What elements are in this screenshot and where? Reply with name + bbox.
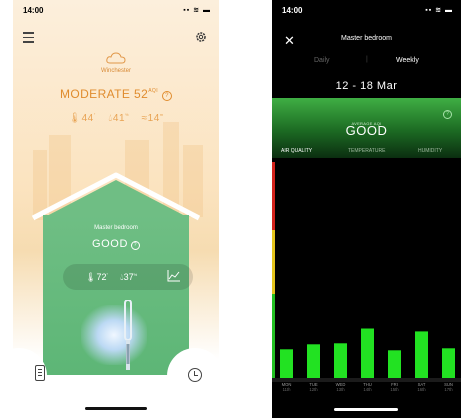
chart-bar-fri[interactable]	[388, 350, 401, 378]
house-roof	[31, 172, 201, 221]
tab-air-quality[interactable]: AIR QUALITY	[281, 148, 312, 154]
status-time: 14:00	[282, 6, 303, 15]
average-value: GOOD	[345, 123, 388, 138]
chart-bar-mon[interactable]	[280, 349, 293, 378]
day-date: 12th	[309, 387, 318, 392]
status-icons: ▪▪ ≋ ▬	[425, 7, 453, 14]
day-label-fri: FRI 15th	[385, 382, 405, 392]
chart-bar-thu[interactable]	[361, 328, 374, 379]
day-label-mon: MON 11th	[277, 382, 297, 392]
room-name[interactable]: Master bedroom	[13, 225, 219, 231]
air-quality-chart	[272, 328, 461, 382]
info-icon[interactable]: ?	[443, 110, 452, 119]
status-bar: 14:00 ▪▪ ≋ ▬	[282, 4, 453, 18]
home-indicator[interactable]	[85, 407, 147, 410]
day-label-tue: TUE 12th	[304, 382, 324, 392]
indoor-temp: 🌡︎72°	[85, 272, 109, 282]
tab-weekly[interactable]: Weekly	[396, 57, 419, 64]
fan-airflow	[81, 305, 147, 365]
day-label-wed: WED 13th	[331, 382, 351, 392]
info-icon[interactable]: ?	[131, 241, 140, 250]
chart-icon[interactable]	[167, 270, 181, 282]
chart-bar-sat[interactable]	[415, 331, 428, 378]
tab-daily[interactable]: Daily	[314, 57, 330, 64]
clock-icon[interactable]	[188, 368, 202, 382]
day-label-sat: SAT 16th	[412, 382, 432, 392]
day-date: 14th	[363, 387, 372, 392]
remote-icon[interactable]	[35, 365, 45, 381]
day-date: 16th	[417, 387, 426, 392]
home-screen: 14:00 ▪▪ ≋ ▬ Winchester MODERATE 52AQI? …	[13, 0, 219, 418]
room-status-label: GOOD	[91, 238, 128, 250]
date-range[interactable]: 12 - 18 Mar	[272, 80, 461, 92]
indoor-readings: 🌡︎72° 💧︎37%	[63, 264, 193, 290]
day-label-sun: SUN 17th	[439, 382, 459, 392]
tab-divider: |	[366, 56, 368, 63]
home-indicator[interactable]	[334, 408, 398, 411]
tab-humidity[interactable]: HUMIDITY	[418, 148, 442, 154]
chart-bar-sun[interactable]	[442, 348, 455, 378]
chart-bar-wed[interactable]	[334, 343, 347, 378]
day-date: 15th	[390, 387, 399, 392]
period-tabs: Daily | Weekly	[272, 56, 461, 69]
purifier-fan	[124, 300, 132, 370]
room-history-screen: 14:00 ▪▪ ≋ ▬ ✕ Master bedroom Daily | We…	[272, 0, 461, 418]
page-title: Master bedroom	[341, 35, 392, 42]
indoor-humidity: 💧︎37%	[120, 272, 138, 282]
day-date: 11th	[282, 387, 291, 392]
tab-temperature[interactable]: TEMPERATURE	[348, 148, 385, 154]
room-status: GOOD?	[13, 238, 219, 250]
day-date: 17th	[444, 387, 453, 392]
day-label-thu: THU 14th	[358, 382, 378, 392]
chart-bar-tue[interactable]	[307, 344, 320, 378]
day-date: 13th	[336, 387, 345, 392]
